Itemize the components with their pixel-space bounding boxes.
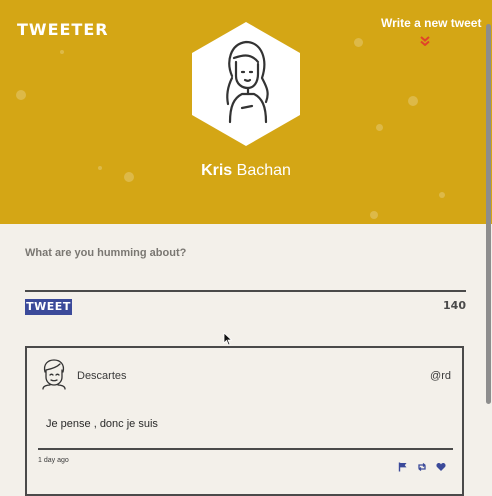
bokeh-dot bbox=[370, 211, 378, 219]
tweet-divider bbox=[38, 448, 453, 450]
compose-underline bbox=[25, 290, 466, 292]
mouse-pointer-icon bbox=[223, 332, 233, 346]
scrollbar[interactable] bbox=[485, 24, 492, 404]
tweet-card[interactable]: Descartes @rd Je pense , donc je suis 1 … bbox=[25, 346, 464, 496]
tweet-timestamp: 1 day ago bbox=[38, 457, 69, 464]
scrollbar-thumb[interactable] bbox=[486, 24, 491, 404]
bokeh-dot bbox=[16, 90, 26, 100]
heart-icon[interactable] bbox=[436, 459, 446, 471]
bokeh-dot bbox=[376, 124, 383, 131]
tweet-button[interactable]: TWEET bbox=[25, 299, 72, 315]
bokeh-dot bbox=[60, 50, 64, 54]
profile-first-name: Kris bbox=[201, 162, 233, 179]
tweet-author-name[interactable]: Descartes bbox=[77, 370, 127, 382]
tweet-author-handle[interactable]: @rd bbox=[430, 370, 451, 382]
compose-input[interactable]: What are you humming about? bbox=[25, 247, 186, 259]
chevron-down-icon[interactable] bbox=[420, 33, 430, 51]
retweet-icon[interactable] bbox=[417, 459, 427, 471]
app-logo[interactable]: TWEETER bbox=[17, 20, 109, 39]
bokeh-dot bbox=[354, 38, 363, 47]
write-new-tweet-link[interactable]: Write a new tweet bbox=[381, 16, 481, 30]
tweet-text: Je pense , donc je suis bbox=[46, 418, 158, 430]
tweet-avatar bbox=[42, 359, 66, 390]
bokeh-dot bbox=[408, 96, 418, 106]
profile-name: Kris Bachan bbox=[0, 162, 492, 180]
profile-header: TWEETER Write a new tweet Kris Bachan bbox=[0, 0, 492, 224]
tweet-actions bbox=[398, 459, 446, 472]
profile-avatar bbox=[192, 22, 300, 146]
flag-icon[interactable] bbox=[398, 459, 408, 472]
profile-last-name: Bachan bbox=[236, 162, 291, 179]
char-counter: 140 bbox=[443, 299, 466, 312]
bokeh-dot bbox=[439, 192, 445, 198]
